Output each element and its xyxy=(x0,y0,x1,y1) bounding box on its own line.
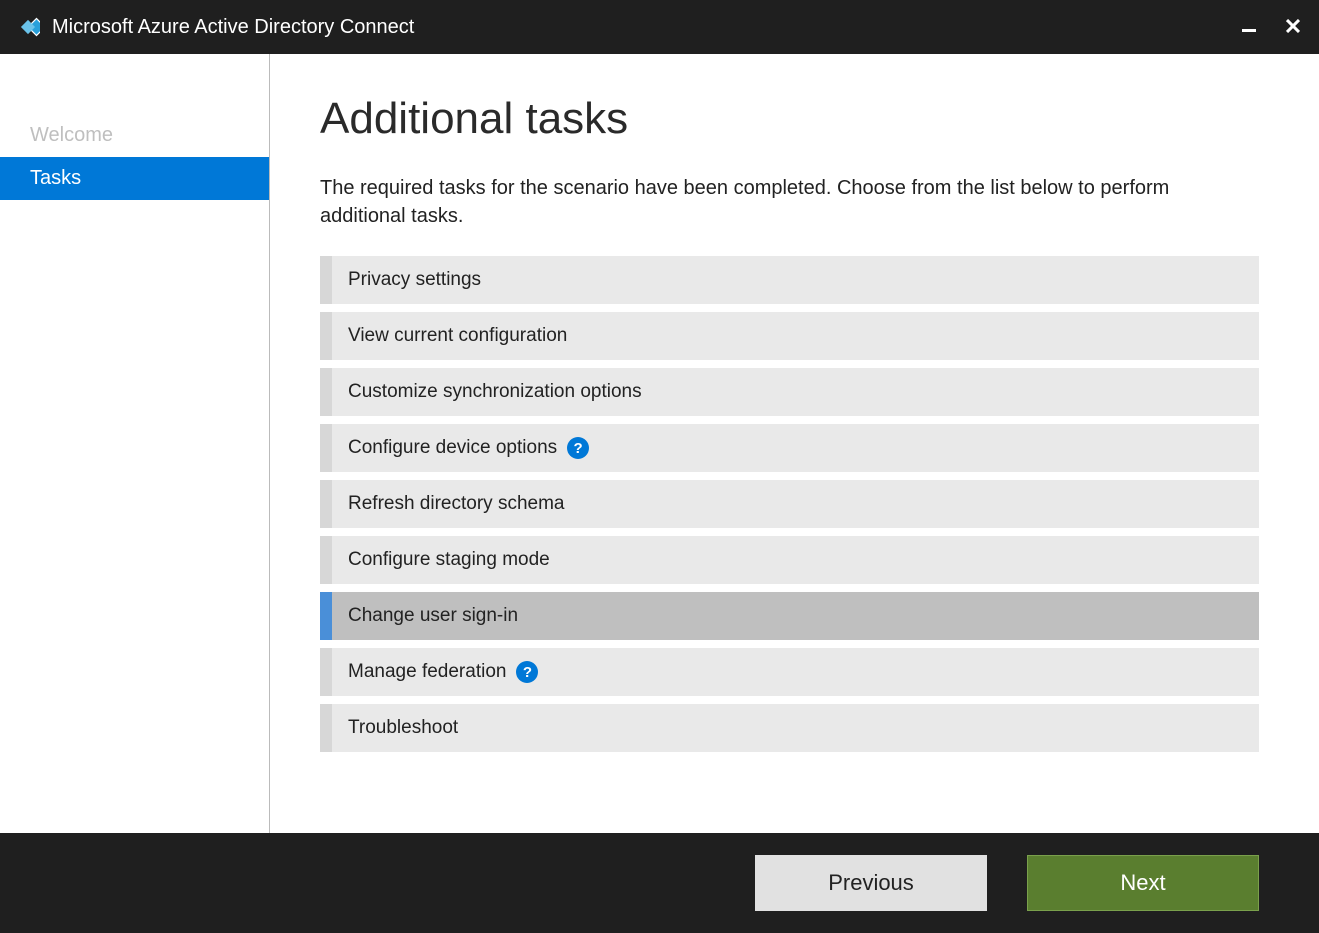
task-label: Troubleshoot xyxy=(332,717,458,739)
task-label: Configure device options xyxy=(332,437,557,459)
sidebar-item-label: Welcome xyxy=(30,124,113,146)
task-label: Privacy settings xyxy=(332,269,481,291)
task-label: Manage federation xyxy=(332,661,506,683)
task-accent xyxy=(320,312,332,360)
task-accent xyxy=(320,256,332,304)
task-configure-device-options[interactable]: Configure device options ? xyxy=(320,424,1259,472)
task-manage-federation[interactable]: Manage federation ? xyxy=(320,648,1259,696)
minimize-button[interactable] xyxy=(1239,17,1259,38)
task-view-current-configuration[interactable]: View current configuration xyxy=(320,312,1259,360)
azure-icon xyxy=(16,15,40,39)
task-label: Customize synchronization options xyxy=(332,381,642,403)
task-label: Refresh directory schema xyxy=(332,493,564,515)
task-accent xyxy=(320,704,332,752)
previous-button[interactable]: Previous xyxy=(755,855,987,911)
task-label: Configure staging mode xyxy=(332,549,550,571)
footer: Previous Next xyxy=(0,833,1319,933)
help-icon[interactable]: ? xyxy=(516,661,538,683)
sidebar: Welcome Tasks xyxy=(0,54,270,833)
task-customize-synchronization-options[interactable]: Customize synchronization options xyxy=(320,368,1259,416)
task-accent xyxy=(320,480,332,528)
page-title: Additional tasks xyxy=(320,94,1259,144)
help-icon[interactable]: ? xyxy=(567,437,589,459)
task-privacy-settings[interactable]: Privacy settings xyxy=(320,256,1259,304)
task-label: Change user sign-in xyxy=(332,605,518,627)
task-change-user-sign-in[interactable]: Change user sign-in xyxy=(320,592,1259,640)
sidebar-item-welcome[interactable]: Welcome xyxy=(0,114,269,157)
window-controls xyxy=(1239,17,1303,38)
task-troubleshoot[interactable]: Troubleshoot xyxy=(320,704,1259,752)
task-accent xyxy=(320,368,332,416)
task-configure-staging-mode[interactable]: Configure staging mode xyxy=(320,536,1259,584)
task-accent xyxy=(320,592,332,640)
next-button[interactable]: Next xyxy=(1027,855,1259,911)
task-accent xyxy=(320,648,332,696)
page-description: The required tasks for the scenario have… xyxy=(320,174,1259,230)
sidebar-item-tasks[interactable]: Tasks xyxy=(0,157,269,200)
task-list: Privacy settings View current configurat… xyxy=(320,256,1259,752)
task-refresh-directory-schema[interactable]: Refresh directory schema xyxy=(320,480,1259,528)
task-accent xyxy=(320,536,332,584)
task-accent xyxy=(320,424,332,472)
close-button[interactable] xyxy=(1283,17,1303,38)
main-content: Additional tasks The required tasks for … xyxy=(270,54,1319,833)
sidebar-item-label: Tasks xyxy=(30,167,81,189)
titlebar: Microsoft Azure Active Directory Connect xyxy=(0,0,1319,54)
task-label: View current configuration xyxy=(332,325,567,347)
titlebar-title: Microsoft Azure Active Directory Connect xyxy=(52,16,1239,39)
